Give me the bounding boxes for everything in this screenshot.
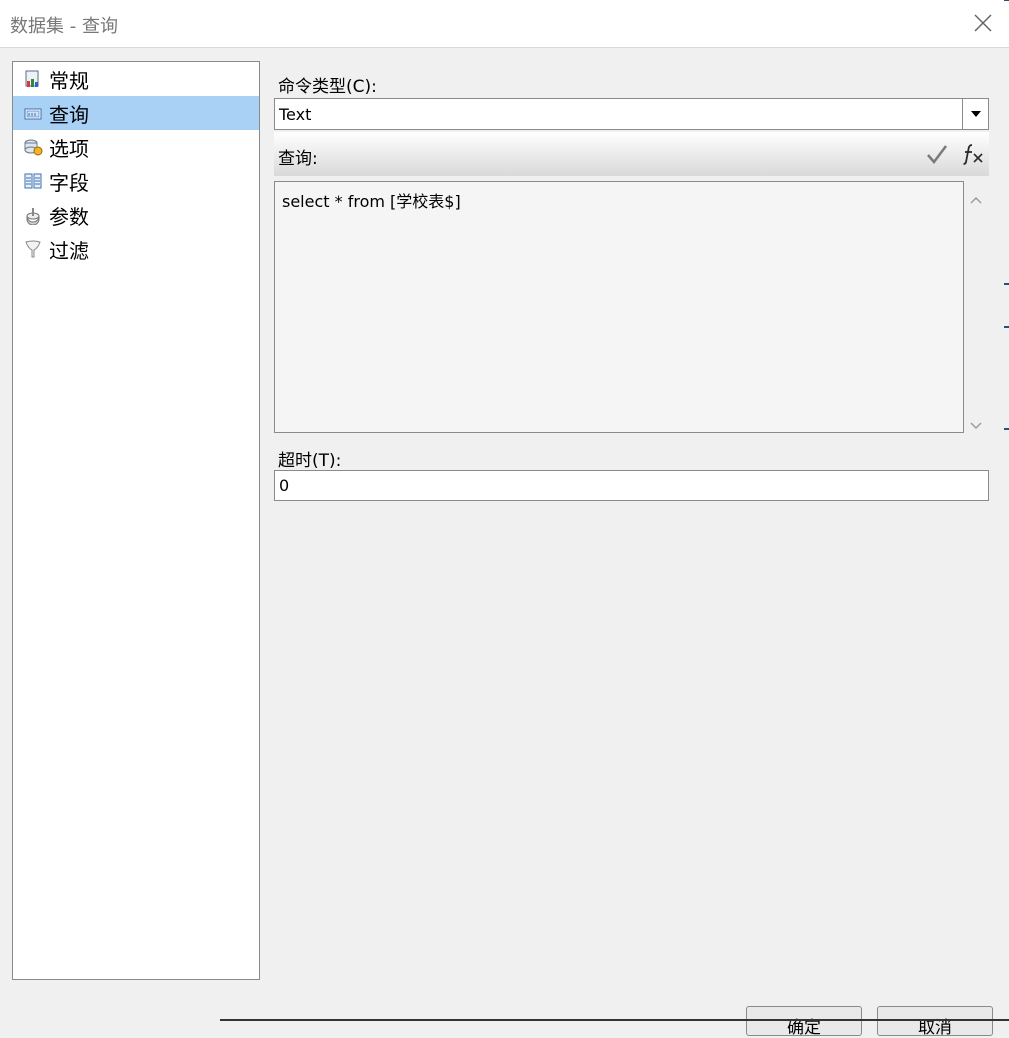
command-type-value: Text	[279, 105, 312, 124]
command-type-select[interactable]: Text	[274, 98, 989, 130]
query-header: 查询:	[274, 132, 989, 176]
options-icon	[23, 137, 43, 157]
general-icon	[23, 69, 43, 89]
filter-icon	[23, 239, 43, 259]
timeout-value: 0	[279, 476, 290, 495]
edge-mark	[1004, 326, 1009, 328]
timeout-input[interactable]: 0	[274, 470, 989, 501]
checkmark-icon[interactable]	[926, 142, 948, 166]
scroll-down-icon[interactable]	[970, 415, 982, 434]
query-editor[interactable]: select * from [学校表$]	[274, 181, 964, 433]
nav-item-filter[interactable]: 过滤	[13, 232, 259, 266]
nav-item-fields[interactable]: 字段	[13, 164, 259, 198]
close-icon[interactable]	[971, 11, 995, 35]
nav-item-query[interactable]: 查询	[13, 96, 259, 130]
command-type-label: 命令类型(C):	[278, 77, 377, 97]
nav-label: 过滤	[49, 238, 89, 263]
nav-label: 查询	[49, 102, 89, 127]
nav-label: 参数	[49, 204, 89, 229]
query-label: 查询:	[278, 149, 318, 169]
nav-item-parameters[interactable]: 参数	[13, 198, 259, 232]
query-icon	[23, 103, 43, 123]
edge-mark	[1004, 428, 1009, 430]
ok-button[interactable]: 确定	[746, 1006, 862, 1038]
fields-icon	[23, 171, 43, 191]
parameters-icon	[23, 205, 43, 226]
query-scrollbar[interactable]	[964, 181, 988, 433]
nav-label: 字段	[49, 170, 89, 195]
nav-panel: 常规 查询 选项 字段 参数 过滤	[12, 61, 260, 980]
window-title: 数据集 - 查询	[10, 16, 118, 37]
chevron-down-icon[interactable]	[962, 99, 988, 129]
nav-item-options[interactable]: 选项	[13, 130, 259, 164]
nav-label: 常规	[49, 68, 89, 93]
query-text: select * from [学校表$]	[282, 192, 461, 211]
edge-mark	[1004, 283, 1009, 285]
nav-item-general[interactable]: 常规	[13, 62, 259, 96]
nav-label: 选项	[49, 136, 89, 161]
scroll-up-icon[interactable]	[970, 189, 982, 208]
timeout-label: 超时(T):	[278, 451, 342, 471]
title-bar: 数据集 - 查询	[0, 0, 1009, 48]
edge-mark	[1004, 0, 1009, 1]
cancel-button[interactable]: 取消	[877, 1006, 993, 1038]
fx-function-icon[interactable]	[961, 142, 983, 166]
